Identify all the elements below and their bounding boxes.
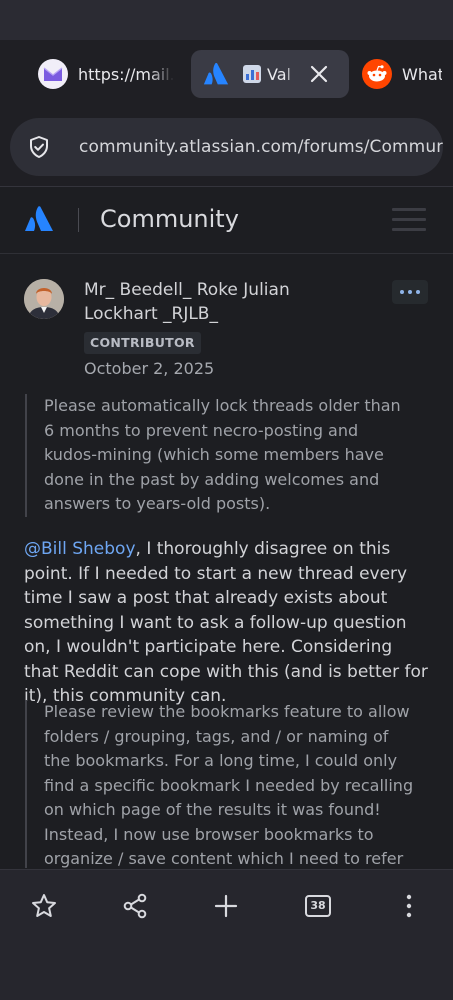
more-options-icon[interactable] [392,280,428,304]
tab-reddit[interactable]: What [362,50,453,98]
toolbar: community.atlassian.com/forums/Community [0,108,453,187]
star-icon[interactable] [30,892,58,920]
bottom-toolbar: 38 [0,869,453,1000]
tab-proton-mail[interactable]: https://mail.proton.me [38,50,183,98]
new-tab-plus-icon[interactable] [212,892,240,920]
site-header: Community [0,187,453,254]
tab-count-button[interactable]: 38 [305,895,331,917]
reddit-icon [362,59,392,89]
tab-strip: https://mail.proton.me Val What [0,40,453,108]
post-author[interactable]: Mr_ Beedell_ Roke Julian Lockhart _RJLB_ [84,278,364,326]
overflow-menu-icon[interactable] [395,892,423,920]
reply-text: , I thoroughly disagree on this point. I… [24,539,428,706]
tab-atlassian-active[interactable]: Val [191,50,349,98]
user-mention-link[interactable]: @Bill Sheboy [24,539,136,559]
atlassian-icon [201,59,231,89]
blockquote: Please automatically lock threads older … [25,394,414,517]
header-divider [78,208,79,232]
post-content: Mr_ Beedell_ Roke Julian Lockhart _RJLB_… [0,254,453,868]
rank-badge: CONTRIBUTOR [84,332,201,354]
hamburger-menu-icon[interactable] [392,208,426,232]
atlassian-logo-icon[interactable] [24,204,54,234]
blockquote: Please review the bookmarks feature to a… [25,700,414,868]
share-icon[interactable] [121,892,149,920]
url-text[interactable]: community.atlassian.com/forums/Community [79,137,443,157]
tab-title: https://mail.proton.me [78,64,174,84]
reply-paragraph: @Bill Sheboy, I thoroughly disagree on t… [24,537,429,709]
address-bar[interactable]: community.atlassian.com/forums/Community [10,118,443,176]
status-bar [0,0,453,40]
post-date: October 2, 2025 [84,359,215,378]
site-brand[interactable]: Community [100,205,239,233]
shield-icon[interactable] [27,135,51,159]
avatar[interactable] [24,279,64,319]
tab-title: What [402,64,442,84]
close-tab-icon[interactable] [307,62,331,86]
tab-title: Val [267,64,291,84]
proton-mail-icon [38,59,68,89]
bar-chart-emoji-icon [243,65,261,83]
